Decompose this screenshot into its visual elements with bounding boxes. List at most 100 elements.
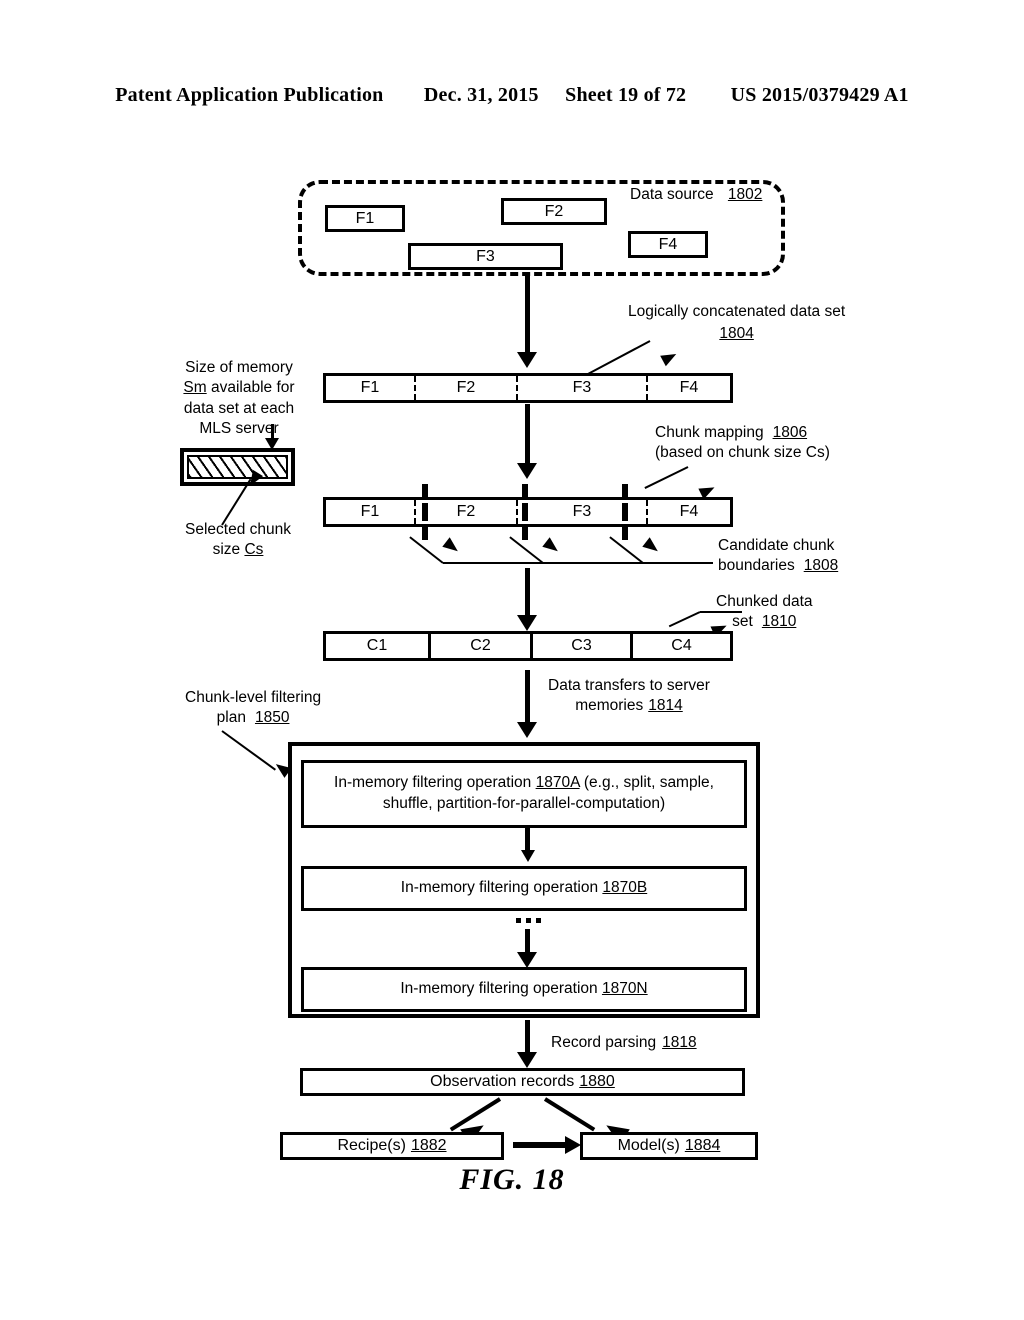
chunk-label: C1 [366, 637, 388, 654]
leader-line-filter-plan [221, 730, 276, 771]
leader-line-boundary-3 [609, 536, 644, 564]
concatenated-dataset-label-text: Logically concatenated data set [628, 303, 846, 320]
chunk-boundary-tick-3-top [622, 484, 628, 500]
concatenated-dataset-label: Logically concatenated data set 1804 [628, 302, 845, 344]
chunk-boundary-tick-3-mid [622, 503, 628, 521]
arrow-shaft-plan-to-records [525, 1020, 530, 1056]
mapping-segment-f1: F1 [326, 500, 414, 524]
memory-caption-line-3: data set at each [183, 399, 295, 417]
memory-hatch-fill [187, 455, 288, 479]
selected-chunk-size-caption: Selected chunk size Cs [178, 520, 298, 561]
filter-op-prefix: In-memory filtering operation [400, 980, 602, 998]
data-source-ref: 1802 [727, 186, 763, 203]
data-transfers-label-line-1: Data transfers to server [548, 677, 710, 694]
concatenated-data-bar: F1 F2 F3 F4 [323, 373, 733, 403]
segment-label: F2 [456, 379, 476, 396]
arrow-shaft-mapping-to-chunked [525, 568, 530, 620]
filter-operation-1870b: In-memory filtering operation 1870B [301, 866, 747, 911]
leader-arrow-boundary-2 [542, 537, 562, 556]
filter-plan-label-line-1: Chunk-level filtering [185, 689, 322, 706]
mapping-segment-f2: F2 [414, 500, 516, 524]
leader-line-concatenated [587, 340, 651, 375]
header-publication-title: Patent Application Publication [115, 84, 384, 106]
models-label: Model(s) [617, 1137, 680, 1155]
chunk-boundary-tick-1-mid [422, 503, 428, 521]
observation-records-ref: 1880 [579, 1073, 615, 1091]
arrow-head-op-a-to-b [521, 850, 535, 862]
candidate-boundaries-label: Candidate chunk boundaries 1808 [718, 536, 838, 577]
chunked-dataset-label-line-1: Chunked data [716, 593, 813, 610]
recipes-label: Recipe(s) [337, 1137, 406, 1155]
chunk-label: C3 [571, 637, 592, 654]
leader-arrow-boundary-1 [442, 537, 462, 556]
chunk-boundary-tick-3-bottom [622, 524, 628, 540]
chunk-size-symbol-cs: Cs [244, 541, 264, 559]
arrow-head-plan-to-records [517, 1052, 537, 1068]
data-source-label: Data source 1802 [630, 185, 762, 205]
chunk-label: C2 [470, 637, 491, 654]
models-box: Model(s) 1884 [580, 1132, 758, 1160]
memory-caption-line-2: available for [206, 379, 295, 397]
filter-plan-label: Chunk-level filtering plan 1850 [185, 688, 321, 729]
header-sheet-number: Sheet 19 of 72 [565, 84, 687, 106]
file-label: F1 [355, 209, 375, 227]
memory-size-box [180, 448, 295, 486]
memory-caption-line-1: Size of memory [185, 359, 293, 376]
filter-op-ref: 1870B [602, 879, 648, 897]
chunk-segment-c3: C3 [530, 634, 630, 658]
observation-records-box: Observation records 1880 [300, 1068, 745, 1096]
data-transfers-ref: 1814 [648, 697, 683, 715]
arrow-shaft-source-to-concat [525, 276, 530, 354]
chunk-label: C4 [671, 637, 692, 654]
chunked-dataset-ref: 1810 [761, 613, 797, 631]
data-transfers-label-line-2: memories [575, 697, 644, 715]
concat-segment-f3: F3 [516, 376, 646, 400]
leader-line-boundary-2 [509, 536, 544, 564]
arrow-head-mapping-to-chunked [517, 615, 537, 631]
segment-label: F1 [360, 503, 380, 520]
arrow-shaft-concat-to-mapping [525, 404, 530, 466]
filter-op-prefix: In-memory filtering operation [400, 879, 603, 897]
chunk-segment-c1: C1 [326, 634, 428, 658]
filter-operation-1870n: In-memory filtering operation 1870N [301, 967, 747, 1012]
concat-segment-f1: F1 [326, 376, 414, 400]
mapping-segment-f4: F4 [646, 500, 730, 524]
leader-line-chunk-mapping [644, 466, 689, 489]
filter-plan-label-line-2: plan [216, 709, 246, 727]
leader-line-chunked-dataset [668, 611, 701, 628]
file-label: F2 [544, 202, 564, 220]
data-source-file-f1: F1 [325, 205, 405, 232]
memory-caption-line-4: MLS server [199, 420, 279, 438]
arrow-head-recipes-to-models [565, 1136, 581, 1154]
ellipsis-icon [516, 918, 541, 923]
filter-operation-text: In-memory filtering operation 1870N [400, 979, 647, 1000]
segment-label: F4 [679, 379, 699, 396]
filter-operation-1870a: In-memory filtering operation 1870A (e.g… [301, 760, 747, 828]
memory-symbol-sm: Sm [183, 379, 207, 397]
segment-label: F2 [456, 503, 476, 520]
patent-figure-page: Patent Application Publication Dec. 31, … [0, 0, 1024, 1320]
filter-op-ref: 1870N [601, 980, 648, 998]
recipes-text: Recipe(s) 1882 [337, 1136, 446, 1156]
chunk-boundary-tick-2-mid [522, 503, 528, 521]
models-ref: 1884 [684, 1137, 721, 1155]
data-source-file-f4: F4 [628, 231, 708, 258]
data-source-label-text: Data source [630, 186, 714, 203]
memory-size-caption: Size of memory Sm available for data set… [180, 358, 298, 440]
leader-trunk-chunked-dataset [700, 611, 742, 613]
observation-records-label: Observation records [430, 1073, 575, 1091]
filter-op-prefix: In-memory filtering operation [334, 774, 536, 792]
header-patent-number: US 2015/0379429 A1 [730, 84, 909, 106]
arrow-head-op-b-to-n [517, 952, 537, 968]
chunk-boundary-tick-1-top [422, 484, 428, 500]
candidate-boundaries-label-line-2: boundaries [718, 557, 795, 575]
chunk-mapping-label-text: Chunk mapping [655, 424, 764, 441]
record-parsing-label-text: Record parsing [551, 1034, 657, 1051]
candidate-boundaries-label-line-1: Candidate chunk [718, 537, 835, 554]
concat-segment-f4: F4 [646, 376, 730, 400]
leader-trunk-candidate-boundaries [443, 562, 713, 564]
file-label: F3 [476, 247, 495, 265]
concatenated-dataset-ref: 1804 [719, 325, 754, 343]
chunked-dataset-label-line-2: set [732, 613, 753, 631]
chunk-mapping-bar: F1 F2 F3 F4 [323, 497, 733, 527]
